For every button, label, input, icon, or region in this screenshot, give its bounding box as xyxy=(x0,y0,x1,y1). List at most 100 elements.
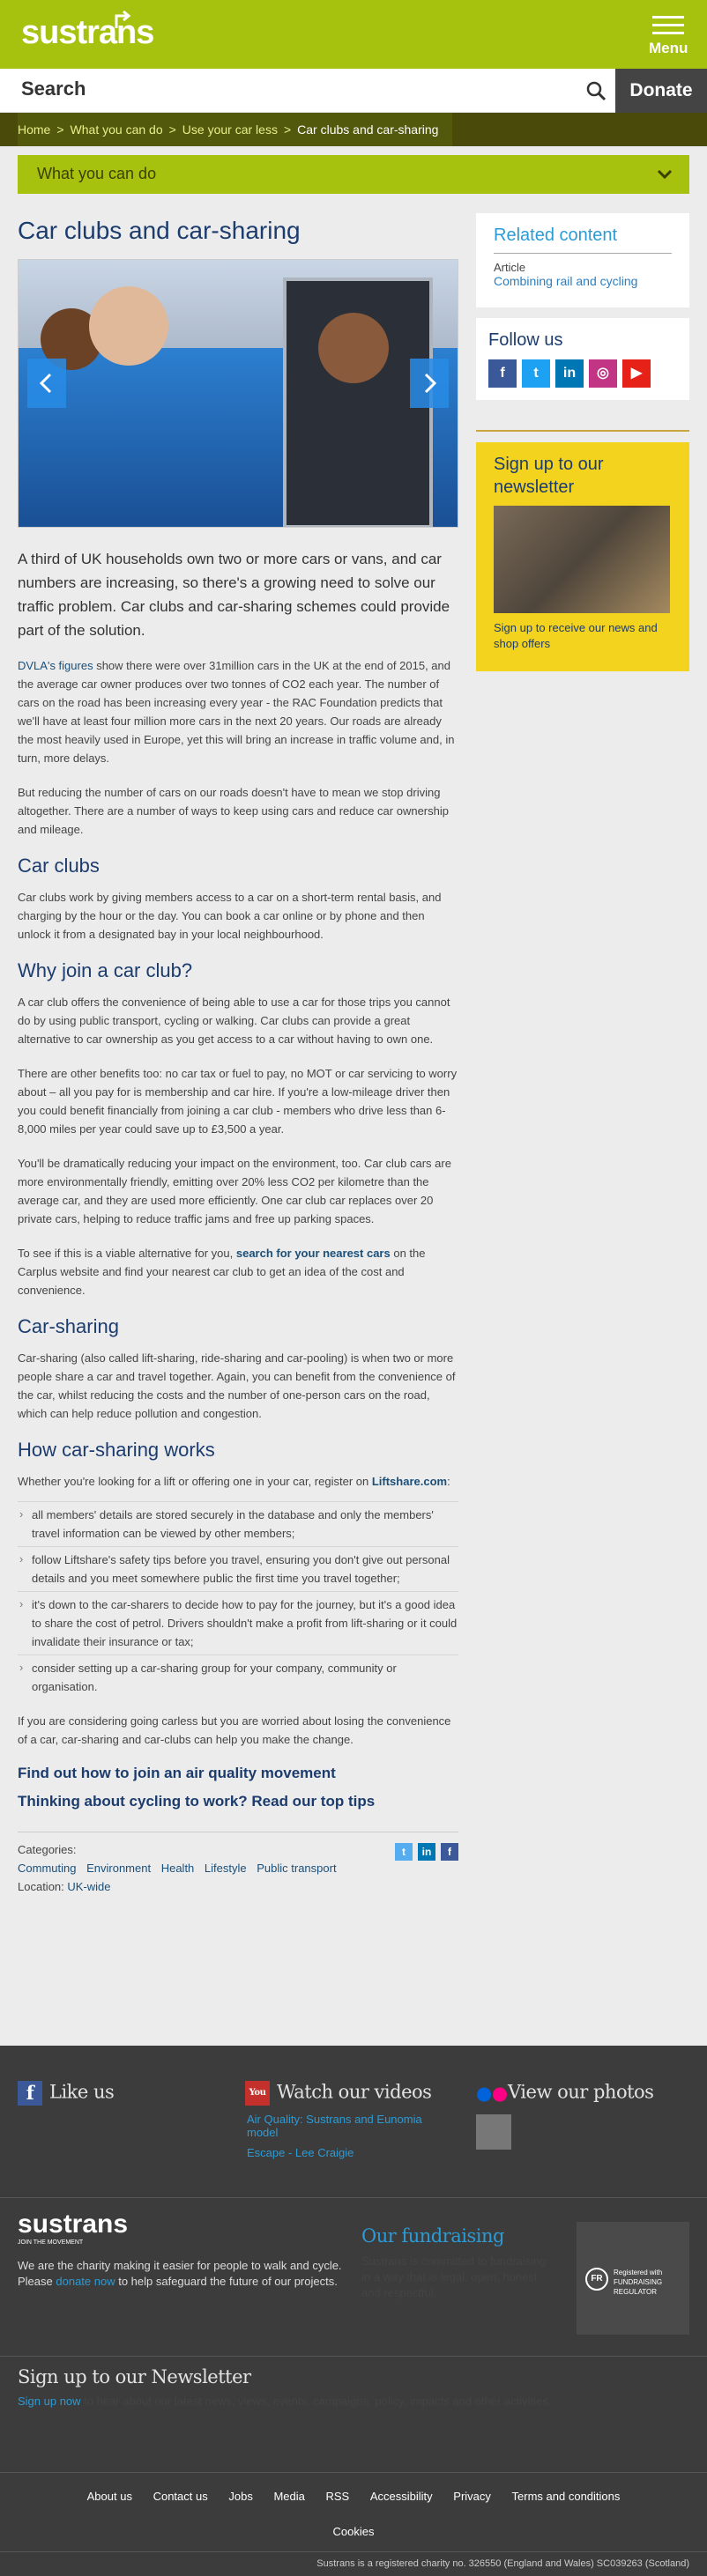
footer-link[interactable]: Terms and conditions xyxy=(512,2490,621,2503)
flickr-icon[interactable]: ●● xyxy=(476,2081,508,2106)
chevron-left-icon xyxy=(39,373,52,394)
location-label: Location: xyxy=(18,1880,64,1893)
footer-newsletter-title: Sign up to our Newsletter xyxy=(18,2366,251,2387)
paragraph: A car club offers the convenience of bei… xyxy=(18,996,450,1046)
footer-about-text-b: to help safeguard the future of our proj… xyxy=(115,2275,338,2288)
youtube-icon[interactable]: You xyxy=(245,2081,270,2106)
hamburger-icon xyxy=(649,16,688,34)
chevron-right-icon xyxy=(424,373,437,394)
like-us-title[interactable]: Like us xyxy=(49,2082,115,2103)
follow-us-title: Follow us xyxy=(488,330,563,350)
share-icons: t in f xyxy=(395,1843,458,1861)
footer-link[interactable]: About us xyxy=(87,2490,132,2503)
list-item: follow Liftshare's safety tips before yo… xyxy=(18,1546,458,1591)
facebook-share-icon[interactable]: f xyxy=(441,1843,458,1861)
chevron-down-icon xyxy=(657,169,673,180)
footer-link[interactable]: Contact us xyxy=(153,2490,208,2503)
video-link[interactable]: Air Quality: Sustrans and Eunomia model xyxy=(247,2113,448,2139)
donate-button[interactable]: Donate xyxy=(615,69,707,113)
view-photos-title[interactable]: View our photos xyxy=(508,2082,654,2103)
breadcrumb-separator: > xyxy=(168,122,176,137)
fundraising-text: Sustrans is committed to fundraising in … xyxy=(361,2254,547,2299)
lede: A third of UK households own two or more… xyxy=(18,551,450,639)
category-link[interactable]: Environment xyxy=(86,1862,151,1875)
menu-button[interactable]: Menu xyxy=(649,16,688,57)
facebook-icon[interactable]: f xyxy=(18,2081,42,2106)
dvla-figures-link[interactable]: DVLA's figures xyxy=(18,659,93,672)
sign-up-now-link[interactable]: Sign up now xyxy=(18,2395,81,2408)
carousel-next-button[interactable] xyxy=(410,359,449,408)
footer-about-text: We are the charity making it easier for … xyxy=(18,2258,370,2290)
footer-newsletter-text: Sign up now to hear about our latest new… xyxy=(18,2395,688,2408)
site-header: sustrans Menu xyxy=(0,0,707,69)
location-link[interactable]: UK-wide xyxy=(67,1880,110,1893)
category-link[interactable]: Health xyxy=(161,1862,195,1875)
menu-label: Menu xyxy=(649,40,688,56)
paragraph-text: : xyxy=(447,1475,450,1488)
bullet-list: all members' details are stored securely… xyxy=(18,1501,458,1699)
footer-newsletter: Sign up to our Newsletter Sign up now to… xyxy=(18,2366,688,2408)
video-link[interactable]: Escape - Lee Craigie xyxy=(247,2146,448,2159)
sustrans-footer-logo[interactable]: sustrans xyxy=(18,2210,370,2239)
heading-car-sharing: Car-sharing xyxy=(18,1315,119,1337)
join-the-movement-text: JOIN THE MOVEMENT xyxy=(18,2239,84,2246)
carousel-prev-button[interactable] xyxy=(27,359,66,408)
breadcrumb-what-you-can-do[interactable]: What you can do xyxy=(71,122,163,137)
footer-link[interactable]: Accessibility xyxy=(370,2490,433,2503)
youtube-icon[interactable]: ▶ xyxy=(622,359,651,388)
newsletter-box[interactable]: Sign up to our newsletter Sign up to rec… xyxy=(476,442,689,671)
category-link[interactable]: Public transport xyxy=(257,1862,336,1875)
footer-link[interactable]: Media xyxy=(273,2490,304,2503)
footer-link[interactable]: RSS xyxy=(326,2490,350,2503)
facebook-icon[interactable]: f xyxy=(488,359,517,388)
search-icon[interactable] xyxy=(585,80,607,101)
breadcrumb: Home > What you can do > Use your car less… xyxy=(0,113,707,146)
footer-divider xyxy=(0,2356,707,2357)
related-article-link[interactable]: Combining rail and cycling xyxy=(494,274,637,288)
footer-divider xyxy=(0,2472,707,2473)
footer-links: About us Contact us Jobs Media RSS Acces… xyxy=(0,2490,707,2503)
heading-how-car-sharing-works: How car-sharing works xyxy=(18,1439,215,1461)
paragraph: To see if this is a viable alternative f… xyxy=(18,1244,458,1299)
search-nearest-cars-link[interactable]: search for your nearest cars xyxy=(236,1247,391,1260)
footer-photos: ●●View our photos xyxy=(476,2081,654,2150)
section-toggle-label: What you can do xyxy=(37,165,157,182)
footer-link[interactable]: Privacy xyxy=(453,2490,491,2503)
breadcrumb-use-your-car-less[interactable]: Use your car less xyxy=(182,122,278,137)
category-link[interactable]: Commuting xyxy=(18,1862,76,1875)
newsletter-image xyxy=(494,506,670,613)
paragraph-text: show there were over 31million cars in t… xyxy=(18,659,455,765)
footer-link[interactable]: Jobs xyxy=(228,2490,252,2503)
air-quality-link[interactable]: Find out how to join an air quality move… xyxy=(18,1765,458,1782)
paragraph: DVLA's figures show there were over 31mi… xyxy=(18,656,458,767)
footer-fundraising: Our fundraising Sustrans is committed to… xyxy=(361,2225,555,2301)
twitter-icon[interactable]: t xyxy=(522,359,550,388)
cycling-to-work-link[interactable]: Thinking about cycling to work? Read our… xyxy=(18,1793,458,1810)
section-toggle[interactable]: What you can do xyxy=(18,155,689,194)
list-item: it's down to the car-sharers to decide h… xyxy=(18,1591,458,1654)
search-input[interactable]: Search xyxy=(21,78,86,100)
divider xyxy=(476,430,689,432)
photo-thumbnail[interactable] xyxy=(476,2114,511,2150)
linkedin-share-icon[interactable]: in xyxy=(418,1843,435,1861)
footer-about: sustrans JOIN THE MOVEMENT We are the ch… xyxy=(18,2210,370,2290)
article: Car clubs and car-sharing A third of UK … xyxy=(18,217,458,1899)
category-link[interactable]: Lifestyle xyxy=(205,1862,247,1875)
page-title: Car clubs and car-sharing xyxy=(18,217,301,244)
donate-now-link[interactable]: donate now xyxy=(56,2275,115,2288)
follow-us: Follow us f t in ◎ ▶ xyxy=(476,318,689,400)
paragraph: If you are considering going carless but… xyxy=(18,1714,451,1746)
footer-link-cookies[interactable]: Cookies xyxy=(333,2525,375,2538)
watch-videos-title[interactable]: Watch our videos xyxy=(277,2082,432,2103)
liftshare-link[interactable]: Liftshare.com xyxy=(372,1475,447,1488)
footer-divider xyxy=(0,2197,707,2198)
footer-divider xyxy=(0,2551,707,2552)
breadcrumb-home[interactable]: Home xyxy=(18,122,50,137)
footer-newsletter-text-body: to hear about our latest news, views, ev… xyxy=(80,2395,552,2408)
instagram-icon[interactable]: ◎ xyxy=(589,359,617,388)
linkedin-icon[interactable]: in xyxy=(555,359,584,388)
paragraph: Whether you're looking for a lift or off… xyxy=(18,1472,458,1491)
fundraising-regulator-badge[interactable]: FR Registered with FUNDRAISING REGULATOR xyxy=(577,2222,689,2335)
twitter-share-icon[interactable]: t xyxy=(395,1843,413,1861)
related-content-title: Related content xyxy=(494,226,672,254)
